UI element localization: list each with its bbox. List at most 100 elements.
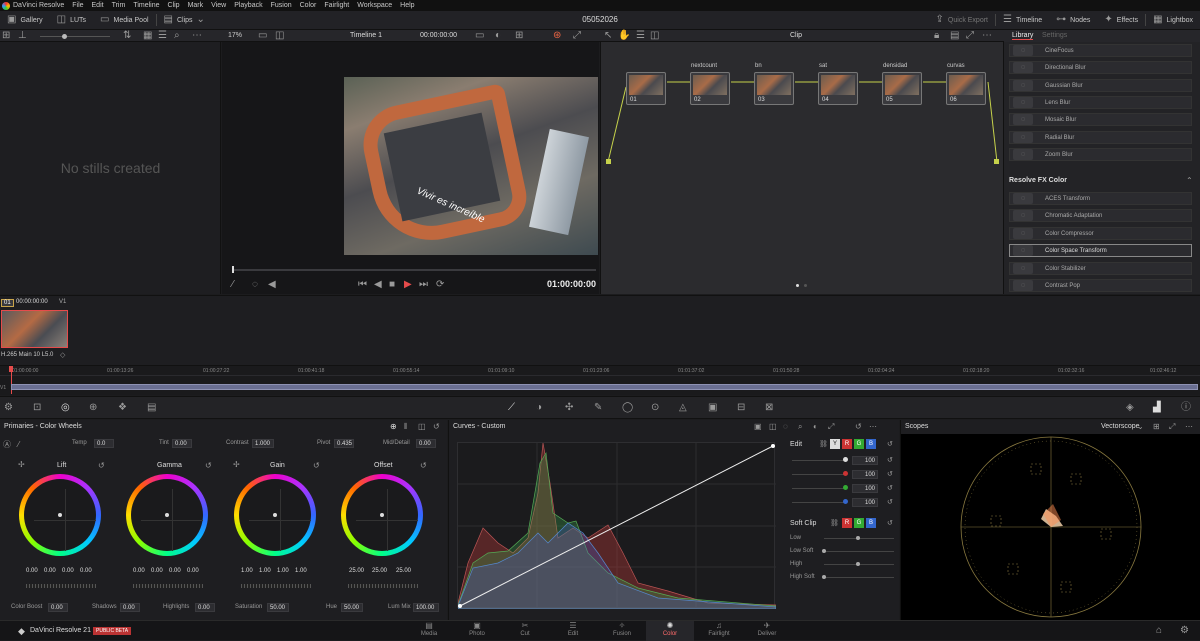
gallery-button[interactable]: ▣ Gallery bbox=[0, 11, 50, 30]
y-intensity-dot[interactable] bbox=[843, 457, 848, 462]
gain-g[interactable]: 1.00 bbox=[277, 568, 289, 574]
channel-r-toggle[interactable]: R bbox=[842, 439, 852, 449]
menu-edit[interactable]: Edit bbox=[92, 2, 104, 9]
saturation-field[interactable]: 50.00 bbox=[267, 603, 289, 612]
gamma-reset-icon[interactable]: ↺ bbox=[205, 461, 212, 471]
channel-g-toggle[interactable]: G bbox=[854, 439, 864, 449]
timeline-button[interactable]: ☰ Timeline bbox=[996, 11, 1049, 30]
lift-b[interactable]: 0.00 bbox=[80, 568, 92, 574]
fx-item[interactable]: ◌ Mosaic Blur bbox=[1009, 113, 1192, 126]
page-color[interactable]: ✺ Color bbox=[646, 621, 694, 641]
lift-r[interactable]: 0.00 bbox=[44, 568, 56, 574]
node-mode-selector[interactable]: Clip bbox=[790, 32, 802, 39]
curves-ext-icon[interactable]: ⤢ bbox=[828, 422, 834, 432]
g-intensity-dot[interactable] bbox=[843, 485, 848, 490]
volume-icon[interactable]: ◀ bbox=[268, 280, 276, 290]
offset-reset-icon[interactable]: ↺ bbox=[420, 461, 427, 471]
edit-reset-icon[interactable]: ↺ bbox=[887, 440, 893, 450]
gain-b[interactable]: 1.00 bbox=[295, 568, 307, 574]
curves-hue-icon[interactable]: ⌕ bbox=[798, 422, 802, 432]
page-deliver[interactable]: ✈ Deliver bbox=[743, 621, 791, 641]
b-intensity-dot[interactable] bbox=[843, 499, 848, 504]
lummix-field[interactable]: 100.00 bbox=[413, 603, 439, 612]
menu-playback[interactable]: Playback bbox=[234, 2, 262, 9]
grid-view-icon[interactable]: ⊞ bbox=[2, 31, 10, 41]
wand-icon[interactable]: ⁄ bbox=[232, 280, 234, 290]
page-media[interactable]: ▤ Media bbox=[405, 621, 453, 641]
key-icon[interactable]: ⊟ bbox=[737, 403, 745, 413]
grid-overlay-icon[interactable]: ⊞ bbox=[515, 31, 523, 41]
page-photo[interactable]: ▣ Photo bbox=[453, 621, 501, 641]
bars-mode-icon[interactable]: ⦀ bbox=[404, 422, 408, 432]
offset-b[interactable]: 25.00 bbox=[396, 568, 411, 574]
lift-y[interactable]: 0.00 bbox=[26, 568, 38, 574]
info-icon[interactable]: ⓘ bbox=[1181, 403, 1191, 413]
gain-reset-icon[interactable]: ↺ bbox=[313, 461, 320, 471]
mask-icon[interactable]: ◌ bbox=[252, 280, 258, 290]
menu-timeline[interactable]: Timeline bbox=[133, 2, 159, 9]
pivot-field[interactable]: 0.435 bbox=[334, 439, 354, 448]
node-editor[interactable]: 01 nextcount 02 bn 03 sat 04 densidad 05… bbox=[600, 42, 1003, 294]
motion-effects-icon[interactable]: ▤ bbox=[147, 403, 156, 413]
color-wheels-icon[interactable]: ◎ bbox=[61, 403, 70, 413]
b-intensity-slider[interactable] bbox=[792, 502, 847, 503]
fx-item[interactable]: ◌ Color Stabilizer bbox=[1009, 262, 1192, 275]
gamma-g[interactable]: 0.00 bbox=[169, 568, 181, 574]
layer-icon[interactable]: ◫ bbox=[650, 31, 659, 41]
menu-view[interactable]: View bbox=[211, 2, 226, 9]
g-intensity-slider[interactable] bbox=[792, 488, 847, 489]
menu-file[interactable]: File bbox=[72, 2, 83, 9]
wheels-mode-icon[interactable]: ⊕ bbox=[390, 422, 397, 432]
blur-icon[interactable]: ▣ bbox=[708, 403, 717, 413]
curves-link-icon[interactable]: ◫ bbox=[769, 422, 777, 432]
lift-wheel[interactable] bbox=[19, 474, 101, 556]
fx-item[interactable]: ◌ Color Compressor bbox=[1009, 227, 1192, 240]
curves-sat-icon[interactable]: ◌ bbox=[783, 422, 788, 432]
page-cut[interactable]: ✂ Cut bbox=[501, 621, 549, 641]
softclip-r-toggle[interactable]: R bbox=[842, 518, 852, 528]
qualifier-icon[interactable]: ✣ bbox=[565, 403, 573, 413]
link-icon[interactable]: ⛓ bbox=[819, 440, 828, 450]
hand-icon[interactable]: ✋ bbox=[618, 31, 630, 41]
lift-master-wheel[interactable] bbox=[26, 584, 96, 588]
y-intensity-slider[interactable] bbox=[792, 460, 847, 461]
curves-icon[interactable]: ⟋ bbox=[508, 403, 515, 413]
fx-item[interactable]: ◌ Contrast Pop bbox=[1009, 279, 1192, 292]
r-intensity-dot[interactable] bbox=[843, 471, 848, 476]
b-intensity-field[interactable]: 100 bbox=[852, 498, 878, 507]
color-match-icon[interactable]: ⊡ bbox=[33, 403, 41, 413]
auto-balance-icon[interactable]: Ⓐ bbox=[3, 440, 11, 450]
menu-color[interactable]: Color bbox=[300, 2, 317, 9]
menu-trim[interactable]: Trim bbox=[112, 2, 126, 9]
lowsoft-slider-dot[interactable] bbox=[822, 549, 826, 553]
tab-library[interactable]: Library bbox=[1012, 32, 1034, 40]
settings-gear-icon[interactable]: ⚙ bbox=[1180, 626, 1189, 636]
scrubber-bar[interactable] bbox=[232, 269, 596, 271]
wheel-puck[interactable] bbox=[380, 513, 384, 517]
split-view-icon[interactable]: ◫ bbox=[275, 31, 284, 41]
skip-forward-icon[interactable]: ⏭ bbox=[419, 280, 428, 290]
r-intensity-slider[interactable] bbox=[792, 474, 847, 475]
zoom-level[interactable]: 17% bbox=[228, 32, 242, 39]
wheel-puck[interactable] bbox=[273, 513, 277, 517]
timeline-ruler[interactable]: 01:00:00:00 01:00:13:26 01:00:27:22 01:0… bbox=[0, 366, 1200, 376]
tab-settings[interactable]: Settings bbox=[1042, 32, 1067, 39]
gain-wheel[interactable] bbox=[234, 474, 316, 556]
offset-r[interactable]: 25.00 bbox=[349, 568, 364, 574]
softclip-b-toggle[interactable]: B bbox=[866, 518, 876, 528]
more-options-icon[interactable]: ⋯ bbox=[869, 422, 877, 432]
node-06[interactable]: 06 bbox=[946, 72, 986, 105]
lock-icon[interactable]: 🔒︎ bbox=[934, 31, 939, 41]
viewer-mode-icon[interactable]: ▭ bbox=[258, 31, 267, 41]
menu-workspace[interactable]: Workspace bbox=[357, 2, 392, 9]
r-reset-icon[interactable]: ↺ bbox=[887, 470, 893, 480]
lift-g[interactable]: 0.00 bbox=[62, 568, 74, 574]
g-intensity-field[interactable]: 100 bbox=[852, 484, 878, 493]
menu-clip[interactable]: Clip bbox=[168, 2, 180, 9]
scope-type-selector[interactable]: Vectorscope bbox=[1101, 423, 1140, 430]
tracker-icon[interactable]: ⊙ bbox=[651, 403, 659, 413]
curves-reset-icon[interactable]: ↺ bbox=[855, 422, 862, 432]
node-stack-icon[interactable]: ☰ bbox=[636, 31, 645, 41]
video-frame[interactable]: Vivir es increíble bbox=[344, 77, 598, 255]
node-01[interactable]: 01 bbox=[626, 72, 666, 105]
